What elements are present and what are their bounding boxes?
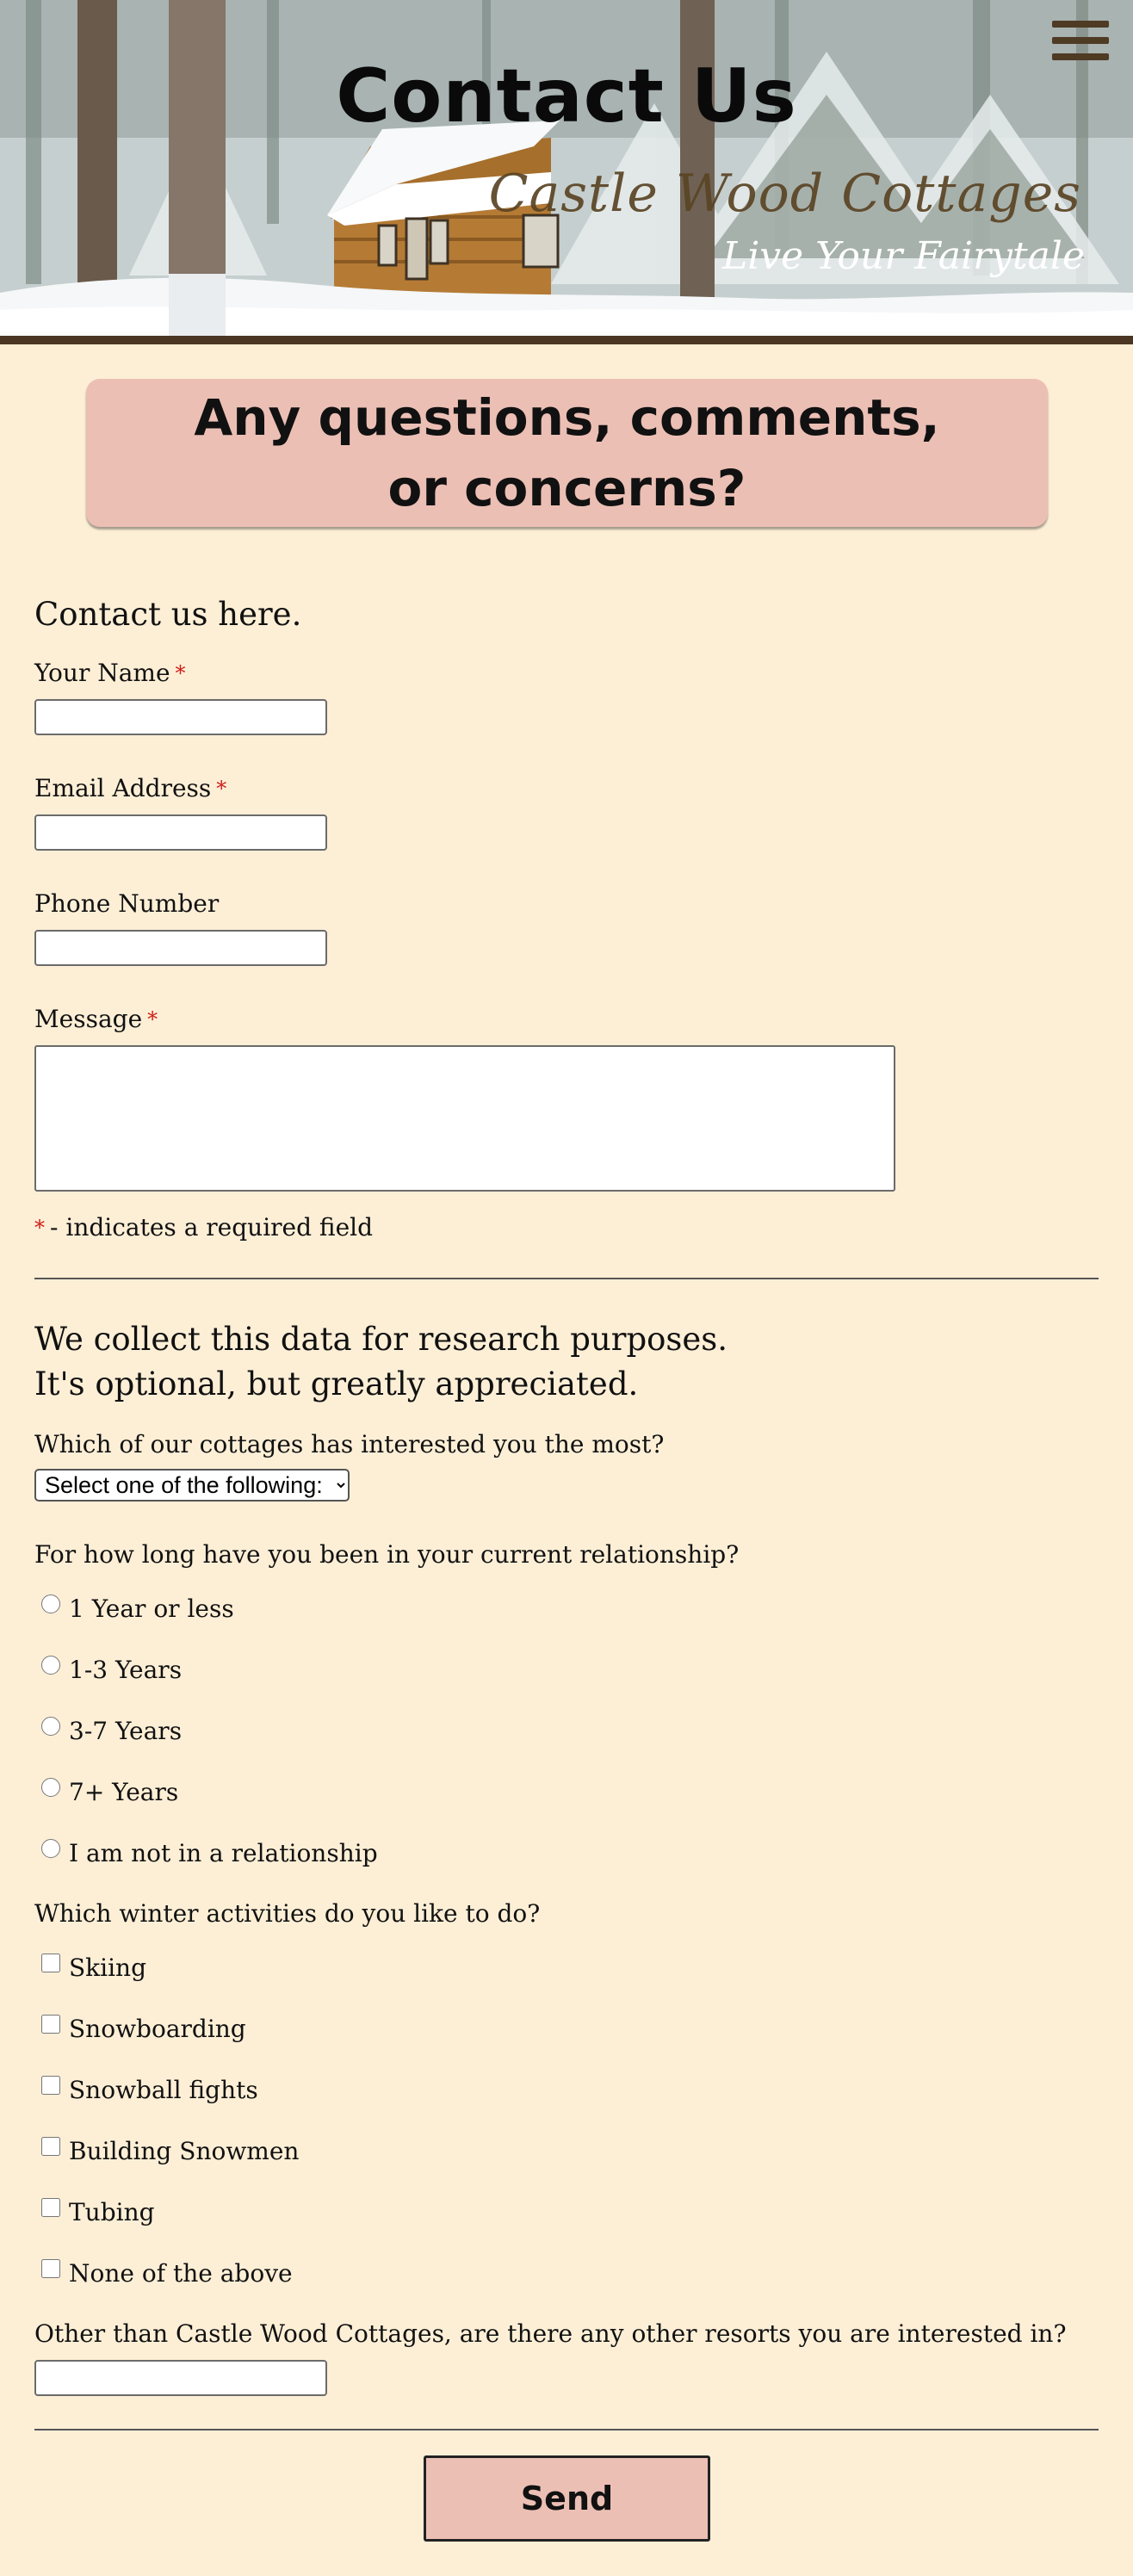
activity-option[interactable]: Building Snowmen <box>34 2133 1099 2168</box>
email-input[interactable] <box>34 814 327 851</box>
activity-options: Skiing Snowboarding Snowball fights Buil… <box>34 1950 1099 2290</box>
send-button[interactable]: Send <box>424 2455 710 2542</box>
activity-option[interactable]: None of the above <box>34 2256 1099 2290</box>
relationship-option[interactable]: 3-7 Years <box>34 1713 1099 1748</box>
email-label: Email Address * <box>34 774 227 802</box>
hero-header: Contact Us Castle Wood Cottages Live You… <box>0 0 1133 337</box>
message-field-group: Message * <box>34 1002 1099 1192</box>
relationship-option[interactable]: 1-3 Years <box>34 1652 1099 1687</box>
activity-checkbox[interactable] <box>41 2015 60 2034</box>
menu-bar-middle <box>1052 37 1109 44</box>
activity-option[interactable]: Skiing <box>34 1950 1099 1985</box>
cottage-select[interactable]: Select one of the following: <box>34 1469 350 1502</box>
relationship-options: 1 Year or less 1-3 Years 3-7 Years 7+ Ye… <box>34 1591 1099 1870</box>
relationship-option[interactable]: I am not in a relationship <box>34 1836 1099 1870</box>
cottage-question: Which of our cottages has interested you… <box>34 1430 665 1458</box>
menu-bar-top <box>1052 21 1109 28</box>
brand-name: Castle Wood Cottages <box>488 164 1081 224</box>
phone-field-group: Phone Number <box>34 887 1099 966</box>
name-field-group: Your Name * <box>34 656 1099 735</box>
relationship-radio[interactable] <box>41 1595 60 1613</box>
required-asterisk: * <box>147 1007 158 1031</box>
page-title: Contact Us <box>336 53 797 139</box>
phone-label: Phone Number <box>34 889 220 918</box>
message-textarea[interactable] <box>34 1045 895 1192</box>
relationship-radio[interactable] <box>41 1656 60 1675</box>
resorts-question: Other than Castle Wood Cottages, are the… <box>34 2319 1067 2348</box>
activity-checkbox[interactable] <box>41 2259 60 2278</box>
activity-checkbox[interactable] <box>41 2198 60 2217</box>
required-asterisk: * <box>216 777 227 801</box>
section-divider <box>34 2429 1099 2430</box>
activity-option[interactable]: Snowball fights <box>34 2072 1099 2107</box>
contact-heading: Contact us here. <box>34 596 302 633</box>
required-field-note: * - indicates a required field <box>34 1213 374 1242</box>
activity-checkbox[interactable] <box>41 2076 60 2095</box>
relationship-question: For how long have you been in your curre… <box>34 1540 740 1569</box>
relationship-option[interactable]: 7+ Years <box>34 1774 1099 1809</box>
relationship-radio[interactable] <box>41 1778 60 1797</box>
banner-line-2: or concerns? <box>387 459 746 517</box>
name-label: Your Name * <box>34 659 186 687</box>
section-divider <box>34 1278 1099 1279</box>
contact-form: Contact us here. Your Name * Email Addres… <box>34 594 1099 2468</box>
activity-option[interactable]: Snowboarding <box>34 2011 1099 2046</box>
activities-question: Which winter activities do you like to d… <box>34 1899 541 1928</box>
menu-bar-bottom <box>1052 53 1109 60</box>
phone-input[interactable] <box>34 930 327 966</box>
required-asterisk: * <box>175 661 186 685</box>
activity-checkbox[interactable] <box>41 2137 60 2156</box>
banner-line-1: Any questions, comments, <box>194 388 940 447</box>
relationship-option[interactable]: 1 Year or less <box>34 1591 1099 1625</box>
activity-checkbox[interactable] <box>41 1954 60 1972</box>
brand-tagline: Live Your Fairytale <box>721 234 1085 278</box>
hamburger-menu-icon[interactable] <box>1052 21 1109 60</box>
survey-heading: We collect this data for research purpos… <box>34 1321 728 1403</box>
header-divider <box>0 336 1133 344</box>
banner-heading: Any questions, comments, or concerns? <box>194 382 939 523</box>
resorts-input[interactable] <box>34 2360 327 2396</box>
activity-option[interactable]: Tubing <box>34 2195 1099 2229</box>
message-label: Message * <box>34 1005 158 1033</box>
name-input[interactable] <box>34 699 327 735</box>
email-field-group: Email Address * <box>34 771 1099 851</box>
questions-banner: Any questions, comments, or concerns? <box>86 379 1048 527</box>
relationship-radio[interactable] <box>41 1839 60 1858</box>
relationship-radio[interactable] <box>41 1717 60 1736</box>
